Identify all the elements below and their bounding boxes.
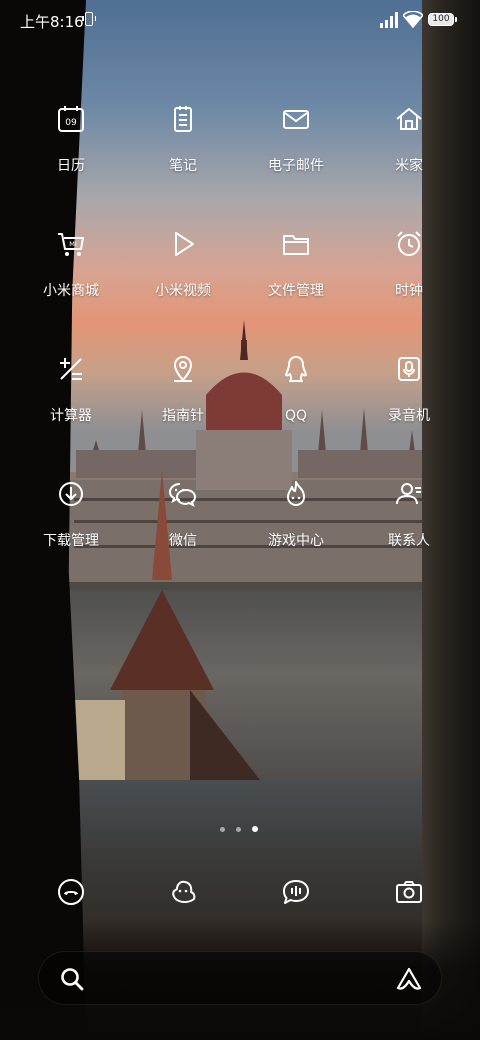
app-download-manager[interactable]: 下载管理 bbox=[15, 479, 127, 589]
play-icon bbox=[168, 229, 198, 259]
page-dot[interactable] bbox=[220, 827, 225, 832]
page-dot-active[interactable] bbox=[252, 826, 258, 832]
app-calculator[interactable]: 计算器 bbox=[15, 354, 127, 464]
app-label: 联系人 bbox=[388, 533, 430, 549]
app-label: 游戏中心 bbox=[268, 533, 324, 549]
app-game-center[interactable]: 游戏中心 bbox=[240, 479, 352, 589]
app-compass[interactable]: 指南针 bbox=[127, 354, 239, 464]
app-wechat[interactable]: 微信 bbox=[127, 479, 239, 589]
app-label: 微信 bbox=[169, 533, 197, 549]
vibrate-icon bbox=[82, 12, 96, 26]
calendar-icon-date: 09 bbox=[65, 118, 77, 128]
status-time: 上午8:16 bbox=[20, 13, 84, 31]
app-mi-home[interactable]: 米家 bbox=[353, 104, 465, 214]
home-icon bbox=[394, 104, 424, 134]
alarm-clock-icon bbox=[394, 229, 424, 259]
app-label: 指南针 bbox=[162, 408, 204, 424]
mi-logo-text: MI bbox=[69, 240, 77, 248]
app-label: 日历 bbox=[57, 158, 85, 174]
app-label: 米家 bbox=[395, 158, 423, 174]
app-label: 计算器 bbox=[50, 408, 92, 424]
app-label: 电子邮件 bbox=[268, 158, 324, 174]
shopping-cart-icon: MI bbox=[56, 229, 86, 259]
calendar-icon: 09 bbox=[56, 104, 86, 134]
app-qq[interactable]: QQ bbox=[240, 354, 352, 464]
mail-icon bbox=[281, 104, 311, 134]
qq-penguin-icon bbox=[281, 354, 311, 384]
status-bar: 上午8:16 100 bbox=[0, 0, 480, 40]
wechat-icon bbox=[168, 479, 198, 509]
app-calendar[interactable]: 09 日历 bbox=[15, 104, 127, 214]
signal-icon bbox=[380, 12, 398, 28]
app-recorder[interactable]: 录音机 bbox=[353, 354, 465, 464]
notes-icon bbox=[168, 104, 198, 134]
battery-icon: 100 bbox=[428, 13, 457, 26]
download-icon bbox=[56, 479, 86, 509]
page-dot[interactable] bbox=[236, 827, 241, 832]
app-clock[interactable]: 时钟 bbox=[353, 229, 465, 339]
wifi-icon bbox=[403, 11, 423, 28]
app-label: 下载管理 bbox=[43, 533, 99, 549]
app-file-manager[interactable]: 文件管理 bbox=[240, 229, 352, 339]
calculator-icon bbox=[56, 354, 86, 384]
app-email[interactable]: 电子邮件 bbox=[240, 104, 352, 214]
game-flame-icon bbox=[281, 479, 311, 509]
search-icon[interactable] bbox=[59, 966, 85, 992]
recorder-icon bbox=[394, 354, 424, 384]
folder-icon bbox=[281, 229, 311, 259]
compass-pin-icon bbox=[168, 354, 198, 384]
assistant-icon[interactable] bbox=[395, 966, 423, 992]
app-mi-store[interactable]: MI 小米商城 bbox=[15, 229, 127, 339]
app-contacts[interactable]: 联系人 bbox=[353, 479, 465, 589]
app-label: QQ bbox=[284, 408, 308, 424]
app-notes[interactable]: 笔记 bbox=[127, 104, 239, 214]
messages-bird-icon[interactable] bbox=[168, 877, 198, 907]
chat-bubble-icon[interactable] bbox=[281, 877, 311, 907]
app-label: 文件管理 bbox=[268, 283, 324, 299]
phone-icon[interactable] bbox=[56, 877, 86, 907]
app-label: 小米商城 bbox=[43, 283, 99, 299]
app-label: 笔记 bbox=[169, 158, 197, 174]
app-label: 小米视频 bbox=[155, 283, 211, 299]
app-label: 录音机 bbox=[388, 408, 430, 424]
app-mi-video[interactable]: 小米视频 bbox=[127, 229, 239, 339]
camera-icon[interactable] bbox=[394, 877, 424, 907]
app-label: 时钟 bbox=[395, 283, 423, 299]
page-indicator[interactable] bbox=[218, 825, 264, 835]
contacts-icon bbox=[394, 479, 424, 509]
search-bar[interactable] bbox=[38, 951, 442, 1005]
